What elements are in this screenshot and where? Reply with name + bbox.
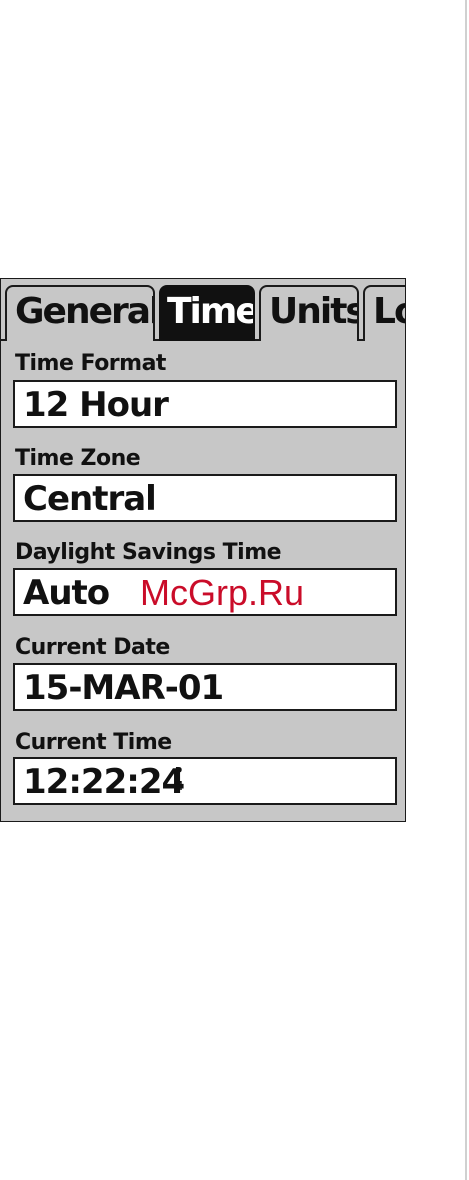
time-format-label: Time Format [15, 351, 166, 376]
page-edge-rule [465, 0, 467, 1180]
watermark-text: McGrp.Ru [140, 572, 305, 613]
ampm-top-letter: P [175, 765, 183, 779]
daylight-savings-label: Daylight Savings Time [15, 540, 282, 565]
time-format-field[interactable]: 12 Hour [13, 380, 397, 428]
time-zone-field[interactable]: Central [13, 474, 397, 522]
current-date-value: 15-MAR-01 [23, 668, 224, 708]
tab-bar: General Time Units Lo [1, 279, 405, 341]
am-pm-indicator: P M [175, 765, 189, 793]
tab-location[interactable]: Lo [363, 285, 405, 341]
tab-general[interactable]: General [5, 285, 155, 341]
tab-units[interactable]: Units [259, 285, 359, 341]
time-zone-label: Time Zone [15, 446, 141, 471]
ampm-bottom-letter: M [175, 779, 183, 793]
setup-time-page: General Time Units Lo Time Format 12 Hou… [0, 278, 406, 822]
time-format-value: 12 Hour [23, 385, 169, 425]
current-date-label: Current Date [15, 635, 170, 660]
current-time-field[interactable]: 12:22:24 P M [13, 757, 397, 805]
current-date-field[interactable]: 15-MAR-01 [13, 663, 397, 711]
current-time-value: 12:22:24 [23, 762, 185, 802]
daylight-savings-value: Auto [23, 573, 110, 613]
tab-time[interactable]: Time [159, 285, 255, 341]
time-zone-value: Central [23, 479, 157, 519]
current-time-label: Current Time [15, 730, 172, 755]
